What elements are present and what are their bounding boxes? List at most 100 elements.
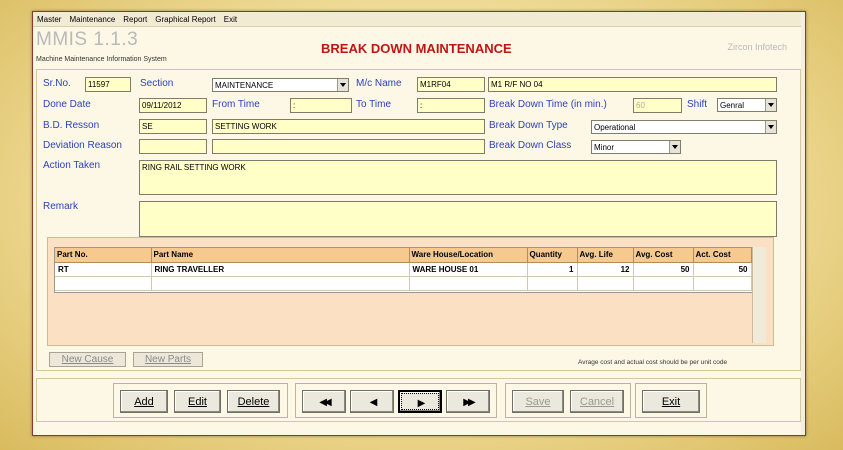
previous-record-button[interactable]: ◀ <box>350 390 394 413</box>
parts-grid-panel: Part No. Part Name Ware House/Location Q… <box>47 237 774 346</box>
shift-label: Shift <box>687 99 708 110</box>
save-button-group: Save Cancel <box>505 383 631 418</box>
shift-value: Genral <box>720 101 745 110</box>
mc-code-field[interactable]: M1RF04 <box>417 77 485 92</box>
menu-maintenance[interactable]: Maintenance <box>69 15 115 24</box>
break-down-class-select[interactable]: Minor <box>591 140 681 154</box>
cell-act-cost[interactable]: 50 <box>693 262 752 277</box>
break-down-type-label: Break Down Type <box>489 120 568 131</box>
action-taken-label: Action Taken <box>43 160 101 171</box>
window-scrollbar[interactable] <box>801 12 805 435</box>
entry-panel: Sr.No. 11597 Section MAINTENANCE M/c Nam… <box>36 69 801 371</box>
parts-table: Part No. Part Name Ware House/Location Q… <box>55 248 752 291</box>
break-down-type-value: Operational <box>594 123 636 132</box>
new-parts-button[interactable]: New Parts <box>133 352 203 367</box>
col-warehouse[interactable]: Ware House/Location <box>409 248 528 263</box>
app-subtitle: Machine Maintenance Information System <box>36 56 167 63</box>
delete-button[interactable]: Delete <box>227 390 280 413</box>
chevron-down-icon[interactable] <box>765 121 776 133</box>
new-cause-button[interactable]: New Cause <box>49 352 126 367</box>
double-right-icon: ▶▶ <box>463 397 476 408</box>
col-part-name[interactable]: Part Name <box>151 248 410 263</box>
break-down-time-label: Break Down Time (in min.) <box>489 99 607 110</box>
to-time-field[interactable]: : <box>417 98 485 113</box>
action-taken-field[interactable]: RING RAIL SETTING WORK <box>139 160 777 195</box>
save-label: Save <box>525 396 551 408</box>
bd-reason-field[interactable]: SETTING WORK <box>212 119 485 134</box>
double-left-icon: ◀◀ <box>319 397 332 408</box>
cell-part-no[interactable]: RT <box>55 262 152 277</box>
table-row-empty[interactable] <box>55 276 752 291</box>
from-time-label: From Time <box>212 99 260 110</box>
exit-button-group: Exit <box>635 383 707 418</box>
parts-header-row: Part No. Part Name Ware House/Location Q… <box>55 248 752 263</box>
button-bar: Add Edit Delete ◀◀ ◀ ▶ ▶▶ Save Cancel Ex… <box>36 378 801 422</box>
header: MMIS 1.1.3 Machine Maintenance Informati… <box>33 27 805 69</box>
next-record-button[interactable]: ▶ <box>398 390 442 413</box>
section-select[interactable]: MAINTENANCE <box>212 78 349 92</box>
mc-name-label: M/c Name <box>356 78 402 89</box>
done-date-field[interactable]: 09/11/2012 <box>139 98 207 113</box>
sr-no-label: Sr.No. <box>43 78 71 89</box>
chevron-down-icon[interactable] <box>765 99 776 111</box>
break-down-time-field[interactable]: 60 <box>633 98 682 113</box>
menu-master[interactable]: Master <box>37 15 61 24</box>
add-button[interactable]: Add <box>120 390 168 413</box>
col-avg-cost[interactable]: Avg. Cost <box>633 248 694 263</box>
deviation-reason-label: Deviation Reason <box>43 140 122 151</box>
deviation-reason-field[interactable] <box>212 139 485 154</box>
app-window: Master Maintenance Report Graphical Repo… <box>32 11 806 436</box>
bd-reason-label: B.D. Resson <box>43 120 100 131</box>
cell-warehouse[interactable]: WARE HOUSE 01 <box>409 262 528 277</box>
break-down-class-label: Break Down Class <box>489 140 572 151</box>
app-name: MMIS 1.1.3 <box>36 29 139 50</box>
grid-scrollbar[interactable] <box>752 247 766 343</box>
right-triangle-icon: ▶ <box>417 398 426 409</box>
cell-avg-cost[interactable]: 50 <box>633 262 694 277</box>
deviation-code-field[interactable] <box>139 139 207 154</box>
cancel-button[interactable]: Cancel <box>570 390 624 413</box>
done-date-label: Done Date <box>43 99 91 110</box>
remark-field[interactable] <box>139 201 777 237</box>
col-quantity[interactable]: Quantity <box>527 248 578 263</box>
menu-graphical-report[interactable]: Graphical Report <box>155 15 215 24</box>
menu-bar: Master Maintenance Report Graphical Repo… <box>33 12 805 27</box>
break-down-type-select[interactable]: Operational <box>591 120 777 134</box>
from-time-field[interactable]: : <box>290 98 352 113</box>
save-button[interactable]: Save <box>512 390 564 413</box>
edit-label: Edit <box>188 396 207 408</box>
cell-avg-life[interactable]: 12 <box>577 262 634 277</box>
menu-report[interactable]: Report <box>123 15 147 24</box>
add-label: Add <box>134 396 154 408</box>
bd-reason-code-field[interactable]: SE <box>139 119 207 134</box>
nav-button-group: ◀◀ ◀ ▶ ▶▶ <box>295 383 497 418</box>
mc-name-field[interactable]: M1 R/F NO 04 <box>488 77 777 92</box>
break-down-class-value: Minor <box>594 143 615 152</box>
menu-exit[interactable]: Exit <box>224 15 237 24</box>
parts-grid[interactable]: Part No. Part Name Ware House/Location Q… <box>54 247 754 293</box>
last-record-button[interactable]: ▶▶ <box>446 390 490 413</box>
form-title: BREAK DOWN MAINTENANCE <box>321 41 512 56</box>
cancel-label: Cancel <box>579 396 615 408</box>
chevron-down-icon[interactable] <box>337 79 348 91</box>
section-label: Section <box>140 78 174 89</box>
remark-label: Remark <box>43 201 79 212</box>
sr-no-field[interactable]: 11597 <box>85 77 131 92</box>
delete-label: Delete <box>237 396 270 408</box>
edit-button[interactable]: Edit <box>174 390 221 413</box>
first-record-button[interactable]: ◀◀ <box>302 390 346 413</box>
to-time-label: To Time <box>356 99 392 110</box>
col-avg-life[interactable]: Avg. Life <box>577 248 634 263</box>
col-act-cost[interactable]: Act. Cost <box>693 248 752 263</box>
shift-select[interactable]: Genral <box>717 98 777 112</box>
cell-quantity[interactable]: 1 <box>527 262 578 277</box>
cell-part-name[interactable]: RING TRAVELLER <box>151 262 410 277</box>
cost-note: Avrage cost and actual cost should be pe… <box>578 359 728 366</box>
section-value: MAINTENANCE <box>215 81 274 90</box>
left-triangle-icon: ◀ <box>369 397 378 408</box>
table-row[interactable]: RT RING TRAVELLER WARE HOUSE 01 1 12 50 … <box>55 262 752 277</box>
exit-label: Exit <box>661 396 681 408</box>
exit-button[interactable]: Exit <box>642 390 700 413</box>
col-part-no[interactable]: Part No. <box>55 248 152 263</box>
chevron-down-icon[interactable] <box>669 141 680 153</box>
